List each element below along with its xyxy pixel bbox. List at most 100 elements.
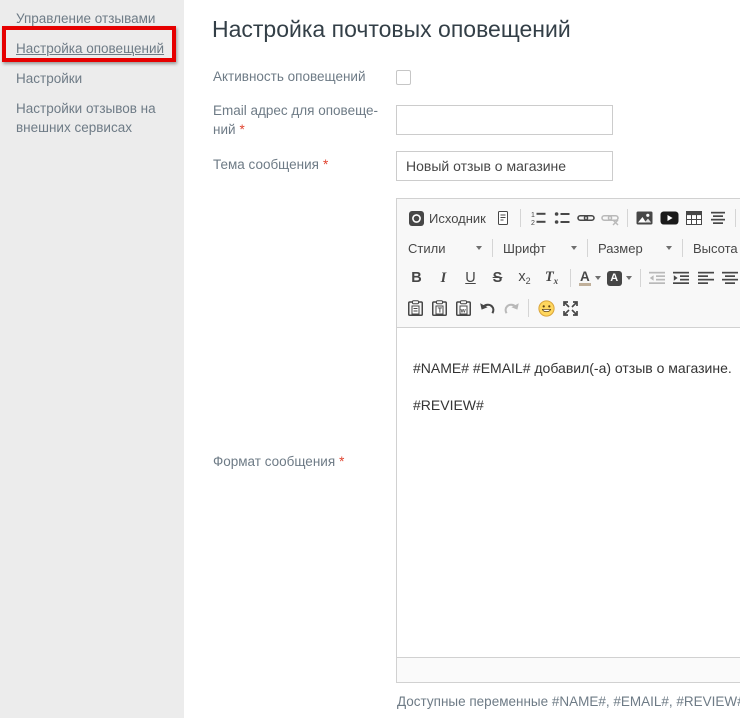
toolbar-separator (626, 209, 628, 227)
strikethrough-icon: S (492, 269, 503, 286)
remove-format-mark: x (553, 276, 559, 286)
svg-text:T: T (437, 308, 442, 315)
paste-button[interactable] (403, 295, 427, 321)
size-combo[interactable]: Размер (593, 241, 677, 256)
numbered-list-icon: 12 (530, 210, 546, 226)
paste-icon (407, 300, 423, 316)
toolbar-separator (639, 269, 641, 287)
email-label: Email адрес для оповеще­ний * (213, 101, 388, 139)
remove-format-button[interactable]: Tx (538, 265, 565, 291)
align-center-button[interactable] (718, 265, 740, 291)
increase-indent-button[interactable] (670, 265, 694, 291)
toolbar-separator (587, 239, 588, 257)
decrease-indent-button[interactable] (646, 265, 670, 291)
text-color-button[interactable]: A (576, 265, 604, 291)
email-input[interactable] (396, 105, 613, 135)
toolbar-separator (682, 239, 683, 257)
svg-text:2: 2 (531, 220, 535, 226)
subscript-button[interactable]: x2 (511, 265, 538, 291)
paste-from-word-icon: w (455, 300, 471, 316)
chevron-down-icon (625, 276, 632, 280)
chevron-down-icon (594, 276, 601, 280)
email-label-text: Email адрес для оповеще­ний (213, 103, 379, 137)
editor-paragraph: #REVIEW# (413, 397, 484, 413)
chevron-down-icon (571, 246, 577, 250)
toolbar-separator (492, 239, 493, 257)
size-combo-label: Размер (598, 240, 643, 256)
chevron-down-icon (666, 246, 672, 250)
sidebar-item-review-management[interactable]: Управление отзывами (16, 9, 168, 29)
editor-toolbar: Исходник 12 Стили Шрифт Размер Высота B … (397, 199, 740, 328)
italic-icon: I (440, 269, 447, 286)
source-button-label: Исходник (429, 210, 486, 226)
available-variables-note: Доступные переменные #NAME#, #EMAIL#, #R… (397, 694, 740, 709)
bold-button[interactable]: B (403, 265, 430, 291)
paste-plain-text-button[interactable]: T (427, 295, 451, 321)
format-required-asterisk: * (339, 454, 345, 469)
underline-button[interactable]: U (457, 265, 484, 291)
chevron-down-icon (476, 246, 482, 250)
font-combo[interactable]: Шрифт (498, 241, 582, 256)
subject-label-text: Тема сообщения (213, 157, 319, 172)
align-center-icon (721, 271, 738, 285)
toolbar-row-2: Стили Шрифт Размер Высота ... (403, 233, 740, 263)
sidebar-item-external-services-reviews[interactable]: Настройки отзывов на внешних сервисах (16, 99, 168, 137)
toolbar-row-3: B I U S x2 Tx A A (403, 263, 740, 293)
strikethrough-button[interactable]: S (484, 265, 511, 291)
maximize-button[interactable] (558, 295, 582, 321)
link-button[interactable] (574, 205, 598, 231)
paste-from-word-button[interactable]: w (451, 295, 475, 321)
toolbar-row-1: Исходник 12 (403, 203, 740, 233)
templates-icon (495, 210, 511, 226)
format-label: Формат сообщения * (213, 452, 388, 471)
sidebar-item-notification-settings[interactable]: Настройка оповещений (16, 39, 168, 59)
table-icon (685, 211, 702, 225)
undo-icon (479, 301, 496, 315)
remove-format-icon: Tx (541, 270, 562, 286)
subject-input[interactable] (396, 151, 613, 181)
subject-label: Тема сообщения * (213, 155, 388, 174)
styles-combo-label: Стили (408, 240, 446, 256)
unlink-button[interactable] (598, 205, 622, 231)
numbered-list-button[interactable]: 12 (526, 205, 550, 231)
font-combo-label: Шрифт (503, 240, 546, 256)
redo-button[interactable] (499, 295, 523, 321)
bold-icon: B (411, 269, 422, 286)
source-button[interactable]: Исходник (403, 205, 491, 231)
bulleted-list-icon (554, 210, 570, 226)
svg-text:w: w (459, 308, 466, 315)
youtube-button[interactable] (657, 205, 682, 231)
toolbar-separator (570, 269, 571, 287)
maximize-icon (562, 300, 578, 316)
increase-indent-icon (673, 271, 690, 285)
toolbar-separator (734, 209, 736, 227)
activity-label: Активность оповещений (213, 67, 388, 86)
sidebar-item-settings[interactable]: Настройки (16, 69, 168, 89)
undo-button[interactable] (475, 295, 499, 321)
sidebar-menu: Управление отзывами Настройка оповещений… (0, 0, 184, 156)
table-button[interactable] (682, 205, 706, 231)
align-left-button[interactable] (694, 265, 718, 291)
subscript-mark: 2 (525, 276, 531, 286)
underline-icon: U (465, 269, 476, 286)
toolbar-row-4: T w (403, 293, 740, 323)
source-icon (408, 210, 425, 227)
line-height-combo-label: Высота ... (693, 240, 740, 256)
styles-combo[interactable]: Стили (403, 241, 487, 256)
paste-plain-text-icon: T (431, 300, 447, 316)
horizontal-rule-button[interactable] (706, 205, 730, 231)
templates-button[interactable] (491, 205, 515, 231)
line-height-combo[interactable]: Высота ... (688, 241, 740, 256)
format-label-text: Формат сообщения (213, 454, 336, 469)
activity-label-text: Активность оповещений (213, 69, 366, 84)
smiley-button[interactable] (534, 295, 558, 321)
remove-format-base: T (544, 269, 554, 285)
activity-checkbox[interactable] (396, 70, 411, 85)
youtube-icon (660, 211, 679, 225)
italic-button[interactable]: I (430, 265, 457, 291)
bulleted-list-button[interactable] (550, 205, 574, 231)
editor-content-area[interactable]: #NAME# #EMAIL# добавил(-а) отзыв о магаз… (397, 328, 740, 657)
image-button[interactable] (633, 205, 657, 231)
background-color-button[interactable]: A (604, 265, 635, 291)
svg-text:1: 1 (531, 212, 535, 219)
